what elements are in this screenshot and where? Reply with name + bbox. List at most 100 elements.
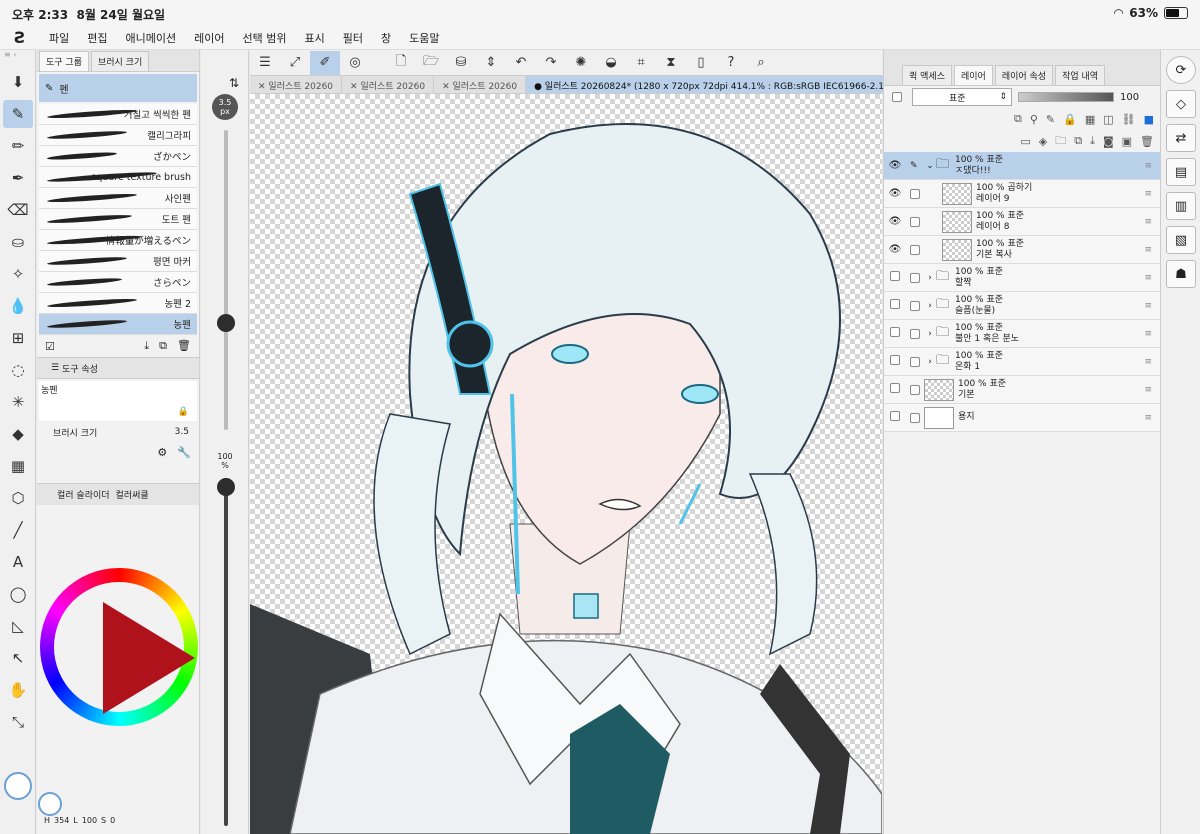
expand-chevron-icon[interactable]: › — [924, 329, 936, 339]
sync-icon[interactable]: ⇄ — [1166, 124, 1196, 152]
layer-row[interactable]: 👁 100 % 표준 레이어 8 ≡ — [884, 208, 1160, 236]
fill-icon[interactable]: ◒ — [596, 51, 626, 75]
document-tab[interactable]: ✕ 일러스트 20260 — [342, 76, 435, 93]
brush-item[interactable]: 情報量が増えるペン — [39, 230, 197, 251]
hand-tool-icon[interactable]: ✋ — [3, 676, 33, 704]
expand-chevron-icon[interactable]: › — [924, 273, 936, 283]
drag-handle-icon[interactable]: ≡ — [1144, 273, 1152, 283]
save-icon[interactable]: ⛁ — [446, 51, 476, 75]
line-tool-icon[interactable]: ╱ — [3, 516, 33, 544]
clip-icon[interactable]: ⧉ — [1014, 112, 1022, 126]
layer-row[interactable]: 100 % 표준 기본 ≡ — [884, 376, 1160, 404]
brush-item[interactable]: 농펜 2 — [39, 293, 197, 314]
brush-item[interactable]: 캘리그라피 — [39, 125, 197, 146]
expand-icon[interactable]: ⤢ — [280, 51, 310, 75]
brush-item[interactable]: 사인펜 — [39, 188, 197, 209]
bucket-tool-icon[interactable]: ◆ — [3, 420, 33, 448]
delete-layer-icon[interactable]: 🗑 — [1140, 135, 1154, 148]
copy-icon[interactable]: ⧉ — [159, 339, 167, 353]
blend-mode-select[interactable]: 표준 ⇕ — [912, 88, 1012, 106]
edit-icon[interactable]: ✐ — [310, 50, 340, 75]
visibility-eye-icon[interactable] — [884, 271, 906, 284]
ruler-tool-icon[interactable]: ◺ — [3, 612, 33, 640]
layer-checkbox[interactable] — [910, 272, 920, 283]
menu-item[interactable]: 필터 — [334, 30, 372, 46]
text-tool-icon[interactable]: A — [3, 548, 33, 576]
pen-tool-icon[interactable]: ✎ — [3, 100, 33, 128]
calendar-icon[interactable]: ▤ — [1166, 158, 1196, 186]
lock-layer-icon[interactable]: 🔒 — [1063, 113, 1077, 126]
layer-checkbox[interactable]: ✎ — [910, 161, 920, 171]
color-triangle[interactable] — [103, 602, 195, 714]
document-tab[interactable]: ✕ 일러스트 20260 — [250, 76, 343, 93]
tab-brush-size[interactable]: 브러시 크기 — [90, 51, 150, 71]
draft-icon[interactable]: ✎ — [1046, 113, 1055, 126]
pencil-tool-icon[interactable]: ✏ — [3, 132, 33, 160]
brush-size-knob[interactable] — [217, 314, 235, 332]
brush-item[interactable]: 농펜 — [39, 314, 197, 335]
apply-mask-icon[interactable]: ▣ — [1122, 135, 1132, 148]
layer-checkbox[interactable] — [910, 328, 920, 339]
drag-handle-icon[interactable]: ≡ — [1144, 189, 1152, 199]
layer-checkbox[interactable] — [910, 244, 920, 255]
document-tab[interactable]: ✕ 일러스트 20260 — [434, 76, 527, 93]
brush-size-track[interactable] — [224, 130, 228, 430]
brush-tool-icon[interactable]: ✒ — [3, 164, 33, 192]
material-icon[interactable]: ▥ — [1166, 192, 1196, 220]
magic-wand-icon[interactable]: ✳ — [3, 388, 33, 416]
drag-handle-icon[interactable]: ≡ — [1144, 329, 1152, 339]
drag-handle-icon[interactable]: ≡ — [1144, 413, 1152, 423]
visibility-eye-icon[interactable] — [884, 299, 906, 312]
visibility-eye-icon[interactable] — [884, 383, 906, 396]
layer-row[interactable]: › 🗀 100 % 표준 할짝 ≡ — [884, 264, 1160, 292]
open-folder-icon[interactable]: 🗁 — [416, 51, 446, 75]
expand-chevron-icon[interactable]: › — [924, 357, 936, 367]
tab-tool-group[interactable]: 도구 그룹 — [39, 51, 89, 71]
visibility-eye-icon[interactable]: 👁 — [884, 160, 906, 171]
wrench-icon[interactable]: 🔧 — [177, 446, 191, 459]
menu-item[interactable]: 편집 — [78, 30, 116, 46]
balloon-tool-icon[interactable]: ◯ — [3, 580, 33, 608]
layer-checkbox[interactable] — [910, 356, 920, 367]
layer-row[interactable]: › 🗀 100 % 표준 온화 1 ≡ — [884, 348, 1160, 376]
adjust-icon[interactable]: ⚙ — [157, 446, 167, 459]
menu-item[interactable]: 창 — [372, 30, 400, 46]
visibility-eye-icon[interactable]: 👁 — [884, 244, 906, 255]
settings-icon[interactable]: ☑ — [45, 340, 55, 353]
flip-icon[interactable]: ⧗ — [656, 51, 686, 75]
menu-icon[interactable]: ☰ — [250, 51, 280, 75]
layer-panel-tab[interactable]: 작업 내역 — [1055, 65, 1106, 85]
grid-tool-icon[interactable]: ⊞ — [3, 324, 33, 352]
new-vector-icon[interactable]: ◈ — [1039, 135, 1047, 148]
redo-icon[interactable]: ↷ — [536, 51, 566, 75]
close-icon[interactable]: ✕ — [442, 82, 452, 92]
move-down-icon[interactable]: ⬇ — [3, 68, 33, 96]
rotate-lock-icon[interactable]: ⟳ — [1166, 56, 1196, 84]
fill-tool-icon[interactable]: ⛀ — [3, 228, 33, 256]
eraser-tool-icon[interactable]: ⌫ — [3, 196, 33, 224]
crop-icon[interactable]: ⌗ — [626, 51, 656, 75]
operation-tool-icon[interactable]: ↖ — [3, 644, 33, 672]
scroll-icon[interactable]: ⇕ — [476, 51, 506, 75]
tool-property-header[interactable]: ☰ 도구 속성 — [37, 357, 199, 379]
brush-item[interactable]: 거칠고 씩씩한 펜 — [39, 104, 197, 125]
menu-item[interactable]: 애니메이션 — [117, 30, 186, 46]
sparkle-tool-icon[interactable]: ✧ — [3, 260, 33, 288]
layer-row[interactable]: 👁 100 % 곱하기 레이어 9 ≡ — [884, 180, 1160, 208]
undo-icon[interactable]: ↶ — [506, 51, 536, 75]
brush-item[interactable]: ざかペン — [39, 146, 197, 167]
trash-icon[interactable]: 🗑 — [177, 339, 191, 353]
new-folder-icon[interactable]: 🗀 — [1055, 132, 1066, 151]
layer-opacity-bar[interactable] — [1018, 92, 1114, 102]
visibility-eye-icon[interactable] — [884, 327, 906, 340]
menu-item[interactable]: 레이어 — [185, 30, 233, 46]
brush-size-row[interactable]: 브러시 크기 3.5 — [37, 423, 199, 441]
close-icon[interactable]: ✕ — [350, 82, 360, 92]
layer-checkbox[interactable] — [910, 384, 920, 395]
brush-item[interactable]: 평면 마커 — [39, 251, 197, 272]
figure-icon[interactable]: ☗ — [1166, 260, 1196, 288]
drag-handle-icon[interactable]: ≡ — [1144, 161, 1152, 171]
lock-icon[interactable]: 🔒 — [178, 407, 189, 417]
layer-panel-tab[interactable]: 레이어 — [953, 65, 993, 85]
visibility-eye-icon[interactable] — [884, 355, 906, 368]
